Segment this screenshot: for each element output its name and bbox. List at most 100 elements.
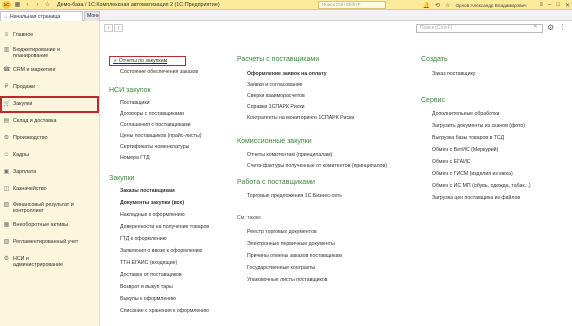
- window-title: Демо-база / 1С:Комплексная автоматизация…: [57, 1, 220, 8]
- sidebar-item-label: НСИ и администрирование: [13, 256, 63, 269]
- assets-icon: ▦: [3, 222, 10, 228]
- sidebar-item-production[interactable]: ⚙ Производство: [3, 135, 100, 142]
- maximize-icon[interactable]: □: [556, 2, 560, 8]
- sidebar-item-accounting[interactable]: ▧ Регламентированный учет: [3, 239, 100, 246]
- sidebar-item-treasury[interactable]: ◫ Казначейство: [3, 186, 100, 193]
- sidebar-item-crm[interactable]: ☎ CRM и маркетинг: [3, 67, 100, 74]
- nav-forward-icon[interactable]: ›: [114, 24, 123, 32]
- sidebar: ≡ Главное ▥ Бюджетирование и планировани…: [0, 21, 100, 326]
- tab-monitor[interactable]: Монитор: [84, 11, 100, 21]
- link-load-scans[interactable]: Загрузить документы из сканов (фото): [432, 123, 525, 129]
- main-panel: ‹ › Поиск (Ctrl+F) ✕ ⚙ ⋮ ★ Отчеты по зак…: [101, 21, 572, 326]
- link-reconciliations[interactable]: Сверки взаиморасчетов: [247, 93, 305, 99]
- main-toolbar: ‹ › Поиск (Ctrl+F) ✕ ⚙ ⋮: [101, 21, 572, 35]
- more-icon[interactable]: ⋮: [559, 23, 566, 31]
- link-supplier-prices[interactable]: Цены поставщиков (прайс-листы): [120, 133, 201, 139]
- tab-home[interactable]: ⌂ Начальная страница: [0, 11, 83, 21]
- nav-back-icon[interactable]: ‹: [104, 24, 113, 32]
- section-title-work: Работа с поставщиками: [237, 179, 315, 186]
- link-business-network-offers[interactable]: Торговые предложения 1С:Бизнес-сеть: [247, 193, 342, 199]
- link-commission-invoices[interactable]: Счета-фактуры полученные от комитентов (…: [247, 163, 387, 169]
- sidebar-item-warehouse[interactable]: ▤ Склад и доставка: [3, 118, 100, 125]
- link-spark-reports[interactable]: Справки 1СПАРК Риски: [247, 104, 305, 110]
- link-create-supplier-order[interactable]: Заказ поставщику: [432, 71, 475, 77]
- salary-icon: ▣: [3, 169, 10, 175]
- sidebar-item-assets[interactable]: ▦ Внеоборотные активы: [3, 222, 100, 229]
- sidebar-item-finance[interactable]: ▨ Финансовый результат и контроллинг: [3, 202, 81, 215]
- link-vetis-exchange[interactable]: Обмен с ВетИС (Меркурий): [432, 147, 498, 153]
- sidebar-item-main[interactable]: ≡ Главное: [3, 32, 100, 39]
- link-commission-reports[interactable]: Отчеты комитентам (принципалам): [247, 152, 332, 158]
- link-payment-requests[interactable]: Оформление заявок на оплату: [247, 71, 327, 77]
- link-additional-processing[interactable]: Дополнительные обработки: [432, 111, 499, 117]
- section-search-input[interactable]: Поиск (Ctrl+F): [416, 24, 543, 33]
- link-gtd-numbers[interactable]: Номера ГТД: [120, 155, 150, 161]
- sidebar-item-salary[interactable]: ▣ Зарплата: [3, 169, 100, 176]
- link-supplier-contracts[interactable]: Договоры с поставщиками: [120, 111, 184, 117]
- apps-grid-icon[interactable]: ▦: [14, 1, 21, 8]
- link-spark-monitoring[interactable]: Контрагенты на мониторинге 1СПАРК Риски: [247, 115, 354, 121]
- link-ismp-exchange[interactable]: Обмен с ИС МП (обувь, одежда, табак...): [432, 183, 531, 189]
- link-suppliers[interactable]: Поставщики: [120, 100, 150, 106]
- sidebar-item-personnel[interactable]: ☺ Кадры: [3, 152, 100, 159]
- link-gtd-to-process[interactable]: ГТД к оформлению: [120, 236, 167, 242]
- link-supplier-orders[interactable]: Заказы поставщикам: [120, 188, 175, 194]
- link-supplier-delivery[interactable]: Доставка от поставщиков: [120, 272, 182, 278]
- warehouse-icon: ▤: [3, 118, 10, 124]
- link-invoices-to-process[interactable]: Накладные к оформлению: [120, 212, 185, 218]
- link-powers-of-attorney[interactable]: Доверенности на получение товаров: [120, 224, 209, 230]
- section-title-settlements: Расчеты с поставщиками: [237, 56, 320, 63]
- clear-search-icon[interactable]: ✕: [533, 24, 538, 30]
- user-name[interactable]: Орлов Александр Владимирович: [455, 3, 526, 8]
- tab-bar: ⌂ Начальная страница Монитор: [0, 10, 572, 21]
- link-storage-writeoff[interactable]: Списание с хранения к оформлению: [120, 308, 209, 314]
- section-title-purchases: Закупки: [109, 175, 135, 182]
- sidebar-item-label: Склад и доставка: [13, 118, 57, 124]
- link-gism-exchange[interactable]: Обмен с ГИСМ (изделия из меха): [432, 171, 513, 177]
- link-item-certificates[interactable]: Сертификаты номенклатуры: [120, 144, 189, 150]
- link-buyouts[interactable]: Выкупы к оформлению: [120, 296, 176, 302]
- link-cancel-reasons[interactable]: Причины отмены заказов поставщикам: [247, 253, 342, 259]
- link-purchase-reports[interactable]: ★ Отчеты по закупкам: [113, 58, 167, 64]
- sidebar-item-label: CRM и маркетинг: [13, 67, 56, 73]
- gear-icon[interactable]: ⚙: [547, 23, 554, 32]
- sidebar-highlight-frame: [0, 96, 99, 113]
- favorites-icon[interactable]: ☆: [445, 2, 450, 9]
- sidebar-item-budgeting[interactable]: ▥ Бюджетирование и планирование: [3, 47, 73, 60]
- link-trade-docs-registry[interactable]: Реестр торговых документов: [247, 229, 317, 235]
- link-tsd-export[interactable]: Выгрузка базы товаров в ТСД: [432, 135, 504, 141]
- budget-icon: ▥: [3, 47, 10, 53]
- link-container-return[interactable]: Возврат и выкуп тары: [120, 284, 173, 290]
- minimize-icon[interactable]: –: [548, 2, 551, 8]
- history-icon[interactable]: ⟲: [435, 2, 440, 9]
- section-title-service: Сервис: [421, 97, 445, 104]
- link-electronic-docs[interactable]: Электронные первичные документы: [247, 241, 335, 247]
- link-purchase-docs-all[interactable]: Документы закупки (все): [120, 200, 184, 206]
- section-title-nsi: НСИ закупок: [109, 87, 151, 94]
- link-egais-exchange[interactable]: Обмен с ЕГАИС: [432, 159, 471, 165]
- sidebar-item-sales[interactable]: ₽ Продажи: [3, 84, 100, 91]
- link-order-supply-status[interactable]: Состояние обеспечения заказов: [120, 69, 198, 75]
- forward-icon[interactable]: ›: [34, 1, 41, 8]
- tab-home-label: Начальная страница: [10, 13, 61, 20]
- sidebar-item-label: Кадры: [13, 152, 29, 158]
- sidebar-item-admin[interactable]: ⚙ НСИ и администрирование: [3, 256, 73, 269]
- star-icon[interactable]: ☆: [44, 1, 51, 8]
- link-state-contracts[interactable]: Государственные контракты: [247, 265, 315, 271]
- bell-icon[interactable]: 🔔: [423, 2, 430, 9]
- link-load-supplier-prices[interactable]: Загрузка цен поставщика из файлов: [432, 195, 520, 201]
- sidebar-item-label: Финансовый результат и контроллинг: [13, 202, 74, 215]
- global-search-input[interactable]: Поиск Ctrl+Shift+F: [318, 1, 386, 9]
- link-packing-lists[interactable]: Упаковочные листы поставщиков: [247, 277, 328, 283]
- section-title-create: Создать: [421, 56, 448, 63]
- menu-icon[interactable]: ≡: [539, 2, 543, 8]
- 1c-logo: 1С: [2, 0, 11, 9]
- factory-icon: ⚙: [3, 135, 10, 141]
- link-egais-ttn[interactable]: ТТН ЕГАИС (входящие): [120, 260, 177, 266]
- link-import-statements[interactable]: Заявления о ввозе к оформлению: [120, 248, 202, 254]
- crm-icon: ☎: [3, 67, 11, 73]
- link-supplier-agreements[interactable]: Соглашения с поставщиками: [120, 122, 191, 128]
- back-icon[interactable]: ‹: [24, 1, 31, 8]
- close-icon[interactable]: ✕: [565, 2, 570, 9]
- link-requests-approval[interactable]: Заявки и согласование: [247, 82, 303, 88]
